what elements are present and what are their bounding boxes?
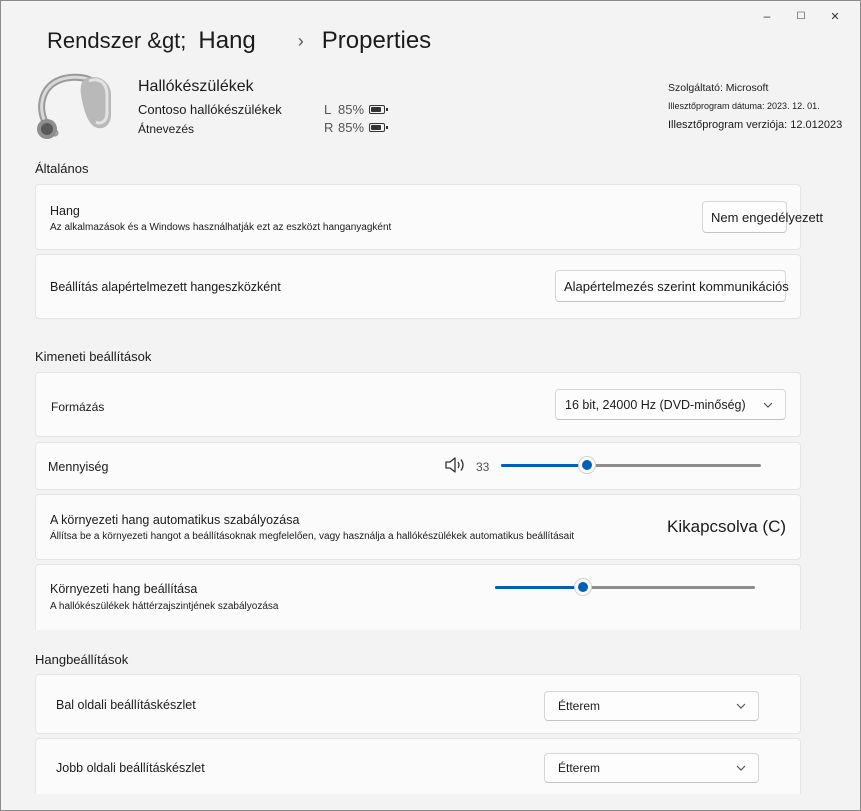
maximize-button[interactable]: ☐ [784, 5, 818, 27]
battery-icon [369, 105, 389, 114]
format-dropdown[interactable]: 16 bit, 24000 Hz (DVD-minőség) [555, 389, 786, 420]
format-card: Formázás 16 bit, 24000 Hz (DVD-minőség) [35, 372, 801, 437]
section-sound-title: Hangbeállítások [35, 652, 129, 667]
format-value: 16 bit, 24000 Hz (DVD-minőség) [565, 397, 746, 412]
battery-left-percent: 85% [338, 102, 365, 117]
minimize-button[interactable]: – [750, 5, 784, 27]
ambient-slider[interactable] [495, 577, 755, 597]
left-preset-dropdown[interactable]: Étterem [544, 691, 759, 721]
settings-window: – ☐ ✕ Rendszer &gt; Hang › Properties Ha… [0, 0, 861, 811]
battery-left-side: L [324, 102, 332, 117]
device-name: Hallókészülékek [138, 78, 254, 95]
chevron-down-icon [736, 703, 746, 709]
page-title: Properties [321, 27, 432, 54]
battery-right-percent: 85% [338, 120, 365, 135]
battery-right-side: R [324, 120, 334, 135]
chevron-down-icon [736, 765, 746, 771]
breadcrumb-chevron-icon: › [297, 30, 304, 51]
audio-card: Hang Az alkalmazások és a Windows haszná… [35, 184, 823, 250]
allow-audio-button[interactable]: Nem engedélyezett [702, 201, 823, 233]
volume-card: Mennyiség 33 [35, 442, 801, 490]
ambient-level-title: Környezeti hang beállítása [50, 582, 198, 596]
audio-title: Hang [50, 204, 80, 218]
ambient-auto-title: A környezeti hang automatikus szabályozá… [50, 513, 300, 527]
device-model: Contoso hallókészülékek [138, 102, 282, 117]
battery-icon [369, 123, 389, 132]
ambient-auto-status[interactable]: Kikapcsolva (C) [667, 517, 786, 537]
section-output-title: Kimeneti beállítások [35, 349, 152, 364]
close-button[interactable]: ✕ [818, 5, 852, 27]
hearing-aid-icon [37, 73, 111, 139]
left-preset-card: Bal oldali beállításkészlet Étterem [35, 674, 801, 734]
volume-value: 33 [476, 460, 490, 474]
breadcrumb: Rendszer &gt; Hang › Properties [47, 25, 431, 57]
rename-link[interactable]: Átnevezés [138, 122, 194, 136]
ambient-level-card: Környezeti hang beállítása A hallókészül… [35, 564, 801, 630]
left-preset-value: Étterem [558, 699, 601, 713]
left-preset-title: Bal oldali beállításkészlet [56, 698, 196, 712]
breadcrumb-sound[interactable]: Hang [198, 27, 255, 55]
slider-thumb[interactable] [577, 456, 596, 474]
chevron-down-icon [763, 402, 773, 408]
ambient-auto-subtitle: Állítsa be a környezeti hangot a beállít… [50, 531, 575, 542]
volume-title: Mennyiség [48, 460, 109, 474]
slider-thumb[interactable] [574, 578, 593, 596]
right-preset-value: Étterem [558, 761, 601, 775]
slider-fill [495, 586, 584, 589]
default-device-title: Beállítás alapértelmezett hangeszközként [50, 280, 281, 294]
battery-right: R 85% [324, 120, 389, 135]
driver-version-text: Illesztőprogram verziója: 12.012023 [668, 119, 843, 131]
volume-slider[interactable] [501, 455, 761, 475]
slider-fill [501, 464, 587, 467]
audio-subtitle: Az alkalmazások és a Windows használhatj… [50, 222, 392, 233]
driver-date-text: Illesztőprogram dátuma: 2023. 12. 01. [668, 101, 820, 111]
right-preset-card: Jobb oldali beállításkészlet Étterem [35, 738, 801, 794]
set-default-button[interactable]: Alapértelmezés szerint kommunikációs [555, 270, 789, 302]
right-preset-dropdown[interactable]: Étterem [544, 753, 759, 783]
provider-text: Szolgáltató: Microsoft [668, 82, 769, 94]
section-general-title: Általános [35, 161, 89, 176]
ambient-auto-card: A környezeti hang automatikus szabályozá… [35, 494, 801, 560]
window-controls: – ☐ ✕ [750, 5, 852, 27]
battery-left: L 85% [324, 102, 389, 117]
right-preset-title: Jobb oldali beállításkészlet [56, 761, 205, 775]
speaker-icon[interactable] [444, 456, 466, 474]
ambient-level-subtitle: A hallókészülékek háttérzajszintjének sz… [50, 601, 279, 612]
breadcrumb-system[interactable]: Rendszer &gt; [47, 28, 186, 54]
default-device-card: Beállítás alapértelmezett hangeszközként… [35, 254, 801, 319]
format-title: Formázás [51, 400, 105, 414]
